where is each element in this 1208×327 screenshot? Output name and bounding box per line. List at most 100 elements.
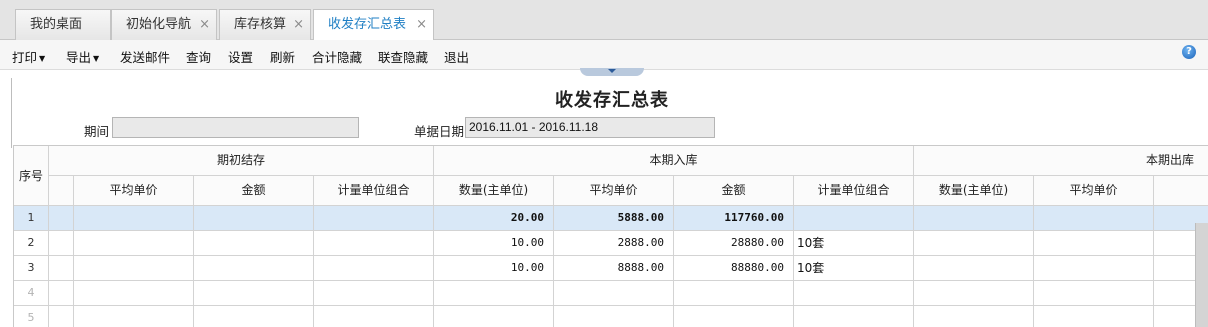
doc-date-field[interactable]: 2016.11.01 - 2016.11.18 [465, 117, 715, 138]
table-cell[interactable] [1034, 206, 1154, 231]
inbound-qty-cell[interactable]: 10.00 [434, 231, 554, 256]
inbound-unit-cell[interactable]: 10套 [794, 231, 914, 256]
table-cell[interactable] [914, 281, 1034, 306]
inbound-unit-cell[interactable] [794, 281, 914, 306]
tab-inventory-accounting[interactable]: 库存核算 × [219, 9, 311, 40]
table-cell[interactable] [194, 231, 314, 256]
print-label: 打印 [12, 50, 38, 65]
header-inbound-qty[interactable]: 数量(主单位) [434, 176, 554, 206]
table-cell[interactable] [194, 281, 314, 306]
summary-table: 序号 期初结存 本期入库 本期出库 平均单价 金额 计量单位组合 数量(主单位)… [13, 145, 1208, 327]
table-row[interactable]: 4 [14, 281, 1208, 306]
header-opening-amount[interactable]: 金额 [194, 176, 314, 206]
linked-hide-button[interactable]: 联查隐藏 [378, 47, 428, 66]
table-cell[interactable] [74, 306, 194, 327]
inbound-unit-cell[interactable]: 10套 [794, 256, 914, 281]
vertical-scrollbar[interactable] [1195, 223, 1208, 327]
inbound-amount-cell[interactable]: 28880.00 [674, 231, 794, 256]
table-cell[interactable] [49, 281, 74, 306]
header-group-outbound: 本期出库 [914, 146, 1208, 176]
header-group-opening: 期初结存 [49, 146, 434, 176]
inbound-price-cell[interactable]: 5888.00 [554, 206, 674, 231]
tab-label: 收发存汇总表 [328, 17, 407, 32]
table-row[interactable]: 2 10.00 2888.00 28880.00 10套 [14, 231, 1208, 256]
header-inbound-amount[interactable]: 金额 [674, 176, 794, 206]
table-cell[interactable] [314, 206, 434, 231]
tab-label: 我的桌面 [30, 17, 83, 32]
tab-receive-issue-summary[interactable]: 收发存汇总表 × [313, 9, 434, 41]
tab-init-navigation[interactable]: 初始化导航 × [111, 9, 217, 40]
close-icon[interactable]: × [199, 10, 210, 39]
close-icon[interactable]: × [416, 10, 427, 39]
table-cell[interactable] [314, 231, 434, 256]
table-cell[interactable] [914, 256, 1034, 281]
inbound-price-cell[interactable] [554, 306, 674, 327]
help-icon[interactable]: ? [1182, 45, 1196, 59]
period-field[interactable] [112, 117, 359, 138]
print-menu[interactable]: 打印 ▼ [12, 47, 45, 66]
table-cell[interactable] [1034, 306, 1154, 327]
table-row[interactable]: 3 10.00 8888.00 88880.00 10套 [14, 256, 1208, 281]
inbound-price-cell[interactable]: 2888.00 [554, 231, 674, 256]
table-cell[interactable] [49, 206, 74, 231]
refresh-button[interactable]: 刷新 [270, 47, 295, 66]
table-cell[interactable] [49, 306, 74, 327]
inbound-qty-cell[interactable]: 20.00 [434, 206, 554, 231]
inbound-amount-cell[interactable]: 88880.00 [674, 256, 794, 281]
inbound-price-cell[interactable]: 8888.00 [554, 256, 674, 281]
table-cell[interactable] [1034, 281, 1154, 306]
inbound-amount-cell[interactable] [674, 281, 794, 306]
collapse-toggle[interactable] [580, 68, 644, 76]
table-cell[interactable] [194, 306, 314, 327]
table-cell[interactable] [914, 206, 1034, 231]
row-number: 3 [14, 256, 49, 281]
table-cell[interactable] [74, 231, 194, 256]
header-inbound-unit[interactable]: 计量单位组合 [794, 176, 914, 206]
header-opening-unit[interactable]: 计量单位组合 [314, 176, 434, 206]
chevron-down-icon: ▼ [93, 54, 100, 63]
export-label: 导出 [66, 50, 92, 65]
toolbar: 打印 ▼ 导出 ▼ 发送邮件 查询 设置 刷新 合计隐藏 联查隐藏 退出 ? [0, 40, 1208, 70]
table-cell[interactable] [314, 306, 434, 327]
table-cell[interactable] [914, 306, 1034, 327]
table-row[interactable]: 5 [14, 306, 1208, 327]
inbound-qty-cell[interactable]: 10.00 [434, 256, 554, 281]
header-outbound-price[interactable]: 平均单价 [1034, 176, 1154, 206]
header-outbound-qty[interactable]: 数量(主单位) [914, 176, 1034, 206]
table-cell[interactable] [194, 206, 314, 231]
table-cell[interactable] [314, 256, 434, 281]
report-title: 收发存汇总表 [555, 90, 669, 111]
doc-date-label: 单据日期 [414, 124, 465, 139]
header-inbound-price[interactable]: 平均单价 [554, 176, 674, 206]
query-button[interactable]: 查询 [186, 47, 211, 66]
tab-bar: 我的桌面 初始化导航 × 库存核算 × 收发存汇总表 × [0, 0, 1208, 41]
subtotal-hide-button[interactable]: 合计隐藏 [312, 47, 362, 66]
exit-button[interactable]: 退出 [444, 47, 469, 66]
table-cell[interactable] [314, 281, 434, 306]
table-cell[interactable] [49, 256, 74, 281]
close-icon[interactable]: × [293, 10, 304, 39]
header-opening-price[interactable]: 平均单价 [74, 176, 194, 206]
inbound-unit-cell[interactable] [794, 306, 914, 327]
tab-label: 初始化导航 [126, 17, 192, 32]
table-cell[interactable] [1034, 256, 1154, 281]
table-row[interactable]: 1 20.00 5888.00 117760.00 [14, 206, 1208, 231]
row-number: 5 [14, 306, 49, 327]
table-cell[interactable] [74, 281, 194, 306]
tab-my-desktop[interactable]: 我的桌面 [15, 9, 111, 40]
table-cell[interactable] [74, 206, 194, 231]
table-cell[interactable] [194, 256, 314, 281]
table-cell[interactable] [914, 231, 1034, 256]
inbound-unit-cell[interactable] [794, 206, 914, 231]
table-cell[interactable] [49, 231, 74, 256]
inbound-amount-cell[interactable]: 117760.00 [674, 206, 794, 231]
export-menu[interactable]: 导出 ▼ [66, 47, 99, 66]
send-mail-button[interactable]: 发送邮件 [120, 47, 170, 66]
inbound-qty-cell[interactable] [434, 281, 554, 306]
table-cell[interactable] [74, 256, 194, 281]
inbound-price-cell[interactable] [554, 281, 674, 306]
inbound-amount-cell[interactable] [674, 306, 794, 327]
settings-button[interactable]: 设置 [228, 47, 253, 66]
table-cell[interactable] [1034, 231, 1154, 256]
inbound-qty-cell[interactable] [434, 306, 554, 327]
